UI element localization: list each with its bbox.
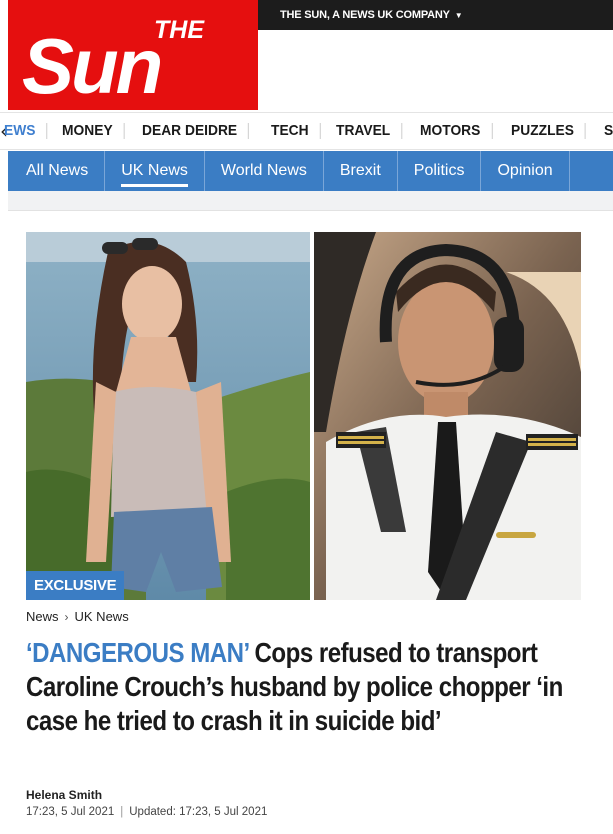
- section-item-sun[interactable]: SU: [593, 123, 613, 139]
- company-link[interactable]: THE SUN, A NEWS UK COMPANY: [280, 9, 450, 21]
- section-item-dear-deidre[interactable]: DEAR DEIDRE: [131, 123, 250, 139]
- subnav-politics[interactable]: Politics: [398, 151, 482, 191]
- logo-sun-text: Sun: [22, 22, 161, 110]
- subnav-brexit[interactable]: Brexit: [324, 151, 398, 191]
- site-logo[interactable]: THE Sun: [8, 0, 258, 110]
- date-divider: |: [120, 806, 124, 818]
- caret-down-icon: ▼: [454, 10, 463, 20]
- photo-pilot: [314, 232, 581, 600]
- updated-time: Updated: 17:23, 5 Jul 2021: [129, 806, 268, 818]
- nav-spacer: [8, 191, 613, 211]
- breadcrumb: News › UK News: [26, 609, 129, 624]
- published-time: 17:23, 5 Jul 2021: [26, 806, 115, 818]
- section-item-travel[interactable]: TRAVEL: [325, 123, 403, 139]
- subnav-uk-news[interactable]: UK News: [105, 151, 205, 191]
- author-name[interactable]: Helena Smith: [26, 788, 102, 802]
- subnav-world-news[interactable]: World News: [205, 151, 324, 191]
- article-dates: 17:23, 5 Jul 2021 | Updated: 17:23, 5 Ju…: [26, 806, 267, 818]
- hero-image[interactable]: [26, 232, 581, 600]
- section-item-puzzles[interactable]: PUZZLES: [500, 123, 586, 139]
- exclusive-badge: EXCLUSIVE: [26, 571, 125, 600]
- section-nav: ‹ EWS MONEY DEAR DEIDRE TECH TRAVEL MOTO…: [0, 112, 613, 150]
- subnav-opinion[interactable]: Opinion: [481, 151, 570, 191]
- breadcrumb-uk-news[interactable]: UK News: [75, 609, 129, 624]
- photo-woman: [26, 232, 310, 600]
- headline-kicker: ‘DANGEROUS MAN’: [26, 637, 249, 668]
- article-headline: ‘DANGEROUS MAN’ Cops refused to transpor…: [26, 636, 594, 738]
- breadcrumb-news[interactable]: News: [26, 609, 59, 624]
- sub-nav: All News UK News World News Brexit Polit…: [8, 151, 613, 191]
- chevron-right-icon: ›: [64, 609, 69, 624]
- logo-the-text: THE: [154, 16, 205, 44]
- section-item-news[interactable]: EWS: [4, 123, 48, 139]
- section-item-tech[interactable]: TECH: [260, 123, 321, 139]
- subnav-all-news[interactable]: All News: [8, 151, 106, 191]
- company-bar[interactable]: THE SUN, A NEWS UK COMPANY ▼: [258, 0, 613, 30]
- section-item-money[interactable]: MONEY: [51, 123, 125, 139]
- section-item-motors[interactable]: MOTORS: [409, 123, 493, 139]
